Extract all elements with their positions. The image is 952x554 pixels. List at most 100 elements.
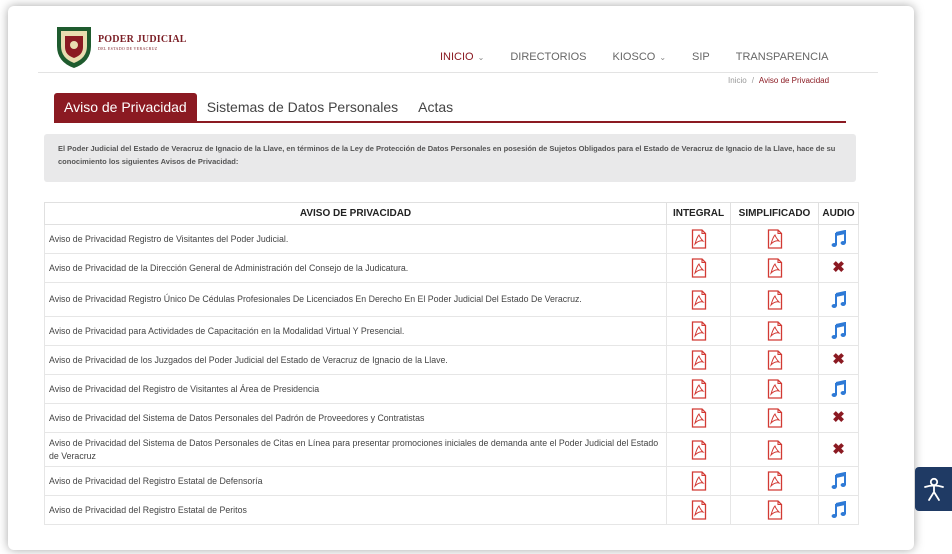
- pdf-icon[interactable]: [691, 471, 707, 491]
- pdf-icon[interactable]: [691, 258, 707, 278]
- notice-title: Aviso de Privacidad del Sistema de Datos…: [44, 432, 667, 467]
- nav-inicio[interactable]: INICIO ⌄: [440, 51, 484, 63]
- tab-actas[interactable]: Actas: [408, 99, 463, 121]
- close-icon: ✖: [832, 259, 845, 276]
- pdf-icon[interactable]: [767, 350, 783, 370]
- pdf-icon[interactable]: [691, 439, 707, 460]
- breadcrumb: Inicio / Aviso de Privacidad: [728, 76, 829, 85]
- cell-integral: [666, 316, 731, 346]
- close-icon: ✖: [832, 351, 845, 368]
- tab-aviso-de-privacidad[interactable]: Aviso de Privacidad: [54, 93, 197, 121]
- cell-integral: [666, 495, 731, 525]
- accessibility-icon: [923, 477, 944, 501]
- pdf-icon[interactable]: [767, 500, 783, 520]
- pdf-icon[interactable]: [691, 500, 707, 520]
- accessibility-button[interactable]: [915, 467, 952, 511]
- breadcrumb-home[interactable]: Inicio: [728, 76, 747, 85]
- table-row: Aviso de Privacidad Registro Único De Cé…: [44, 282, 859, 317]
- cell-integral: [666, 345, 731, 375]
- table-row: Aviso de Privacidad del Registro de Visi…: [44, 374, 859, 404]
- cell-audio: [818, 316, 859, 346]
- cell-audio: ✖: [818, 432, 859, 467]
- site-header: PODER JUDICIAL DEL ESTADO DE VERACRUZ IN…: [8, 6, 914, 85]
- cell-audio: [818, 466, 859, 496]
- tab-sistemas-de-datos-personales[interactable]: Sistemas de Datos Personales: [197, 99, 408, 121]
- notice-title: Aviso de Privacidad de la Dirección Gene…: [44, 253, 667, 283]
- pdf-icon[interactable]: [767, 408, 783, 428]
- cell-integral: [666, 403, 731, 433]
- brand-title: PODER JUDICIAL: [98, 34, 187, 45]
- column-header-integral: INTEGRAL: [666, 202, 731, 225]
- notice-title: Aviso de Privacidad Registro de Visitant…: [44, 224, 667, 254]
- pdf-icon[interactable]: [691, 321, 707, 341]
- music-note-icon[interactable]: [831, 290, 847, 309]
- table-body: Aviso de Privacidad Registro de Visitant…: [44, 224, 859, 525]
- notice-title: Aviso de Privacidad del Registro Estatal…: [44, 495, 667, 525]
- pdf-icon[interactable]: [691, 408, 707, 428]
- breadcrumb-current: Aviso de Privacidad: [758, 76, 830, 85]
- cell-simplificado: [730, 374, 819, 404]
- cell-simplificado: [730, 316, 819, 346]
- cell-audio: ✖: [818, 403, 859, 433]
- table-row: Aviso de Privacidad del Sistema de Datos…: [44, 403, 859, 433]
- pdf-icon[interactable]: [767, 289, 783, 310]
- close-icon: ✖: [832, 440, 845, 458]
- music-note-icon[interactable]: [831, 229, 847, 248]
- music-note-icon[interactable]: [831, 500, 847, 519]
- notice-title: Aviso de Privacidad del Registro Estatal…: [44, 466, 667, 496]
- table-row: Aviso de Privacidad del Sistema de Datos…: [44, 432, 859, 467]
- pdf-icon[interactable]: [767, 258, 783, 278]
- nav-sip[interactable]: SIP: [692, 51, 710, 63]
- judicial-seal-logo[interactable]: [54, 24, 94, 70]
- brand: PODER JUDICIAL DEL ESTADO DE VERACRUZ: [98, 34, 187, 51]
- cell-audio: ✖: [818, 253, 859, 283]
- cell-audio: [818, 374, 859, 404]
- table-row: Aviso de Privacidad del Registro Estatal…: [44, 495, 859, 525]
- column-header-audio: AUDIO: [818, 202, 859, 225]
- cell-audio: [818, 224, 859, 254]
- cell-simplificado: [730, 345, 819, 375]
- table-row: Aviso de Privacidad del Registro Estatal…: [44, 466, 859, 496]
- cell-audio: [818, 282, 859, 317]
- cell-integral: [666, 466, 731, 496]
- table-row: Aviso de Privacidad de los Juzgados del …: [44, 345, 859, 375]
- header-divider: [38, 72, 878, 73]
- table-row: Aviso de Privacidad Registro de Visitant…: [44, 224, 859, 254]
- pdf-icon[interactable]: [767, 229, 783, 249]
- table-row: Aviso de Privacidad de la Dirección Gene…: [44, 253, 859, 283]
- cell-audio: ✖: [818, 345, 859, 375]
- main-nav: INICIO ⌄ DIRECTORIOS KIOSCO ⌄ SIP TRANSPAR…: [440, 51, 854, 63]
- nav-directorios[interactable]: DIRECTORIOS: [510, 51, 586, 63]
- cell-simplificado: [730, 253, 819, 283]
- music-note-icon[interactable]: [831, 321, 847, 340]
- chevron-down-icon: ⌄: [659, 53, 667, 62]
- music-note-icon[interactable]: [831, 471, 847, 490]
- intro-notice: El Poder Judicial del Estado de Veracruz…: [44, 134, 856, 182]
- music-note-icon[interactable]: [831, 379, 847, 398]
- notice-title: Aviso de Privacidad del Sistema de Datos…: [44, 403, 667, 433]
- cell-integral: [666, 253, 731, 283]
- pdf-icon[interactable]: [691, 289, 707, 310]
- pdf-icon[interactable]: [767, 439, 783, 460]
- breadcrumb-separator: /: [751, 76, 754, 85]
- privacy-table-container: AVISO DE PRIVACIDAD INTEGRAL SIMPLIFICAD…: [44, 202, 859, 525]
- notice-title: Aviso de Privacidad Registro Único De Cé…: [44, 282, 667, 317]
- cell-simplificado: [730, 282, 819, 317]
- pdf-icon[interactable]: [691, 229, 707, 249]
- notice-title: Aviso de Privacidad de los Juzgados del …: [44, 345, 667, 375]
- chevron-down-icon: ⌄: [477, 53, 485, 62]
- nav-transparencia[interactable]: TRANSPARENCIA: [736, 51, 829, 63]
- cell-simplificado: [730, 432, 819, 467]
- pdf-icon[interactable]: [691, 350, 707, 370]
- cell-integral: [666, 374, 731, 404]
- cell-integral: [666, 224, 731, 254]
- pdf-icon[interactable]: [767, 471, 783, 491]
- pdf-icon[interactable]: [691, 379, 707, 399]
- nav-kiosco[interactable]: KIOSCO ⌄: [613, 51, 667, 63]
- pdf-icon[interactable]: [767, 321, 783, 341]
- privacy-notices-table: AVISO DE PRIVACIDAD INTEGRAL SIMPLIFICAD…: [44, 202, 859, 525]
- pdf-icon[interactable]: [767, 379, 783, 399]
- cell-simplificado: [730, 495, 819, 525]
- cell-audio: [818, 495, 859, 525]
- close-icon: ✖: [832, 409, 845, 426]
